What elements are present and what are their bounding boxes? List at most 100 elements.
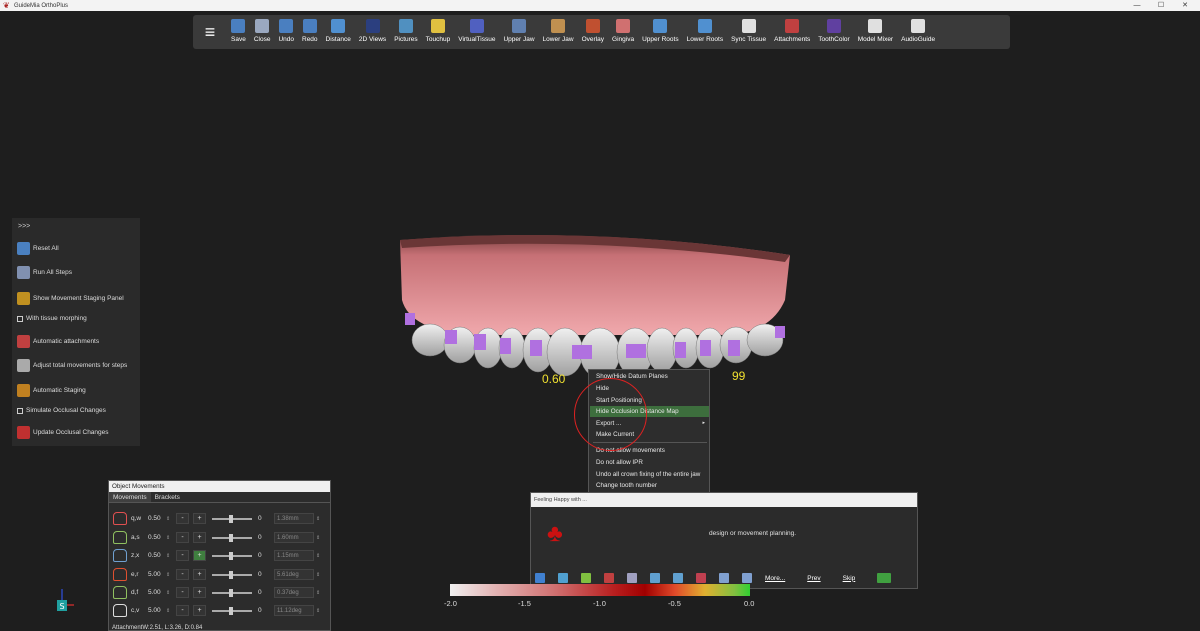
audio-guide-icon <box>911 19 926 33</box>
dental-model-viewport[interactable] <box>390 230 800 385</box>
step-spinner-icon[interactable]: ⇕ <box>166 572 172 578</box>
movement-slider[interactable] <box>212 551 252 560</box>
context-menu-item[interactable]: Undo all crown fixing of the entire jaw <box>590 469 709 480</box>
step-size-field[interactable]: 0.50 <box>148 534 166 541</box>
slider-handle[interactable] <box>229 551 233 560</box>
measurement-spinner-icon[interactable]: ⇕ <box>316 590 322 596</box>
toolbar-lower-roots-button[interactable]: Lower Roots <box>683 15 728 49</box>
expand-panel-button[interactable]: >>> <box>18 223 30 230</box>
toolbar-gingiva-button[interactable]: Gingiva <box>608 15 638 49</box>
increment-button[interactable]: + <box>193 532 206 543</box>
movement-slider[interactable] <box>212 514 252 523</box>
slider-handle[interactable] <box>229 588 233 597</box>
toolbar-audioguide-button[interactable]: AudioGuide <box>897 15 939 49</box>
step-size-field[interactable]: 0.50 <box>148 515 166 522</box>
context-menu-item[interactable]: Change tooth number <box>590 480 709 491</box>
maximize-button[interactable]: ☐ <box>1150 0 1172 11</box>
panel-update-occlusal-changes[interactable]: Update Occlusal Changes <box>17 426 109 439</box>
slider-handle[interactable] <box>229 533 233 542</box>
decrement-button[interactable]: - <box>176 513 189 524</box>
slider-handle[interactable] <box>229 514 233 523</box>
tab-movements[interactable]: Movements <box>109 492 151 502</box>
checkbox[interactable] <box>17 315 23 322</box>
toolbar-sync-tissue-button[interactable]: Sync Tissue <box>727 15 770 49</box>
tab-brackets[interactable]: Brackets <box>151 492 184 502</box>
minimize-button[interactable]: — <box>1126 0 1148 11</box>
toolbar-pictures-button[interactable]: Pictures <box>390 15 421 49</box>
hamburger-menu-button[interactable]: ≡ <box>193 15 227 49</box>
step-spinner-icon[interactable]: ⇕ <box>166 516 172 522</box>
panel-automatic-attachments[interactable]: Automatic attachments <box>17 335 99 348</box>
bank-icon[interactable] <box>719 573 729 583</box>
increment-button[interactable]: + <box>193 587 206 598</box>
decrement-button[interactable]: - <box>176 550 189 561</box>
panel-show-movement-staging-panel[interactable]: Show Movement Staging Panel <box>17 292 124 305</box>
tooth-icon[interactable] <box>627 573 637 583</box>
step-spinner-icon[interactable]: ⇕ <box>166 553 172 559</box>
toolbar-virtualtissue-button[interactable]: VirtualTissue <box>454 15 499 49</box>
toolbar-model-mixer-button[interactable]: Model Mixer <box>854 15 897 49</box>
panel-automatic-staging[interactable]: Automatic Staging <box>17 384 86 397</box>
decrement-button[interactable]: - <box>176 532 189 543</box>
context-menu-item[interactable]: Do not allow IPR <box>590 457 709 468</box>
checkbox[interactable] <box>17 407 23 414</box>
screen-icon[interactable] <box>673 573 683 583</box>
list-icon[interactable] <box>535 573 545 583</box>
movement-slider[interactable] <box>212 606 252 615</box>
measurement-spinner-icon[interactable]: ⇕ <box>316 572 322 578</box>
toolbar-undo-button[interactable]: Undo <box>274 15 298 49</box>
toolbar-2d-views-button[interactable]: 2D Views <box>355 15 390 49</box>
toolbar-upper-jaw-button[interactable]: Upper Jaw <box>499 15 538 49</box>
panel-with-tissue-morphing[interactable]: With tissue morphing <box>17 315 87 322</box>
toolbar-upper-roots-button[interactable]: Upper Roots <box>638 15 683 49</box>
toolbar-close-button[interactable]: Close <box>250 15 275 49</box>
measurement-spinner-icon[interactable]: ⇕ <box>316 516 322 522</box>
chart-icon[interactable] <box>742 573 752 583</box>
decrement-button[interactable]: - <box>176 587 189 598</box>
bracket-icon[interactable] <box>604 573 614 583</box>
tool-search-icon[interactable] <box>650 573 660 583</box>
step-size-field[interactable]: 5.00 <box>148 607 166 614</box>
toolbar-overlay-button[interactable]: Overlay <box>578 15 608 49</box>
panel-run-all-steps[interactable]: Run All Steps <box>17 266 72 279</box>
image-icon[interactable] <box>558 573 568 583</box>
toolbar-distance-button[interactable]: Distance <box>322 15 355 49</box>
slider-handle[interactable] <box>229 606 233 615</box>
toolbar-lower-jaw-button[interactable]: Lower Jaw <box>539 15 578 49</box>
step-spinner-icon[interactable]: ⇕ <box>166 535 172 541</box>
decrement-button[interactable]: - <box>176 605 189 616</box>
step-size-field[interactable]: 5.00 <box>148 571 166 578</box>
tools-icon[interactable] <box>581 573 591 583</box>
toolbar-save-button[interactable]: Save <box>227 15 250 49</box>
panel-reset-all[interactable]: Reset All <box>17 242 59 255</box>
increment-button[interactable]: + <box>193 605 206 616</box>
panel-adjust-total-movements-for-steps[interactable]: Adjust total movements for steps <box>17 359 127 372</box>
slider-handle[interactable] <box>229 570 233 579</box>
increment-button[interactable]: + <box>193 513 206 524</box>
decrement-button[interactable]: - <box>176 569 189 580</box>
tooth-red-icon[interactable] <box>696 573 706 583</box>
prev-link[interactable]: Prev <box>807 575 820 582</box>
step-size-field[interactable]: 5.00 <box>148 589 166 596</box>
measurement-spinner-icon[interactable]: ⇕ <box>316 608 322 614</box>
step-size-field[interactable]: 0.50 <box>148 552 166 559</box>
movement-slider[interactable] <box>212 588 252 597</box>
measurement-spinner-icon[interactable]: ⇕ <box>316 553 322 559</box>
increment-button[interactable]: + <box>193 550 206 561</box>
movement-slider[interactable] <box>212 570 252 579</box>
movement-slider[interactable] <box>212 533 252 542</box>
exit-icon[interactable] <box>877 573 892 583</box>
toolbar-toothcolor-button[interactable]: ToothColor <box>814 15 853 49</box>
increment-button[interactable]: + <box>193 569 206 580</box>
step-spinner-icon[interactable]: ⇕ <box>166 590 172 596</box>
panel-simulate-occlusal-changes[interactable]: Simulate Occlusal Changes <box>17 407 106 414</box>
window-close-button[interactable]: ✕ <box>1174 0 1196 11</box>
toolbar-touchup-button[interactable]: Touchup <box>422 15 455 49</box>
skip-link[interactable]: Skip <box>843 575 856 582</box>
more-link[interactable]: More... <box>765 575 785 582</box>
upper-jaw-model[interactable] <box>390 230 800 385</box>
toolbar-attachments-button[interactable]: Attachments <box>770 15 814 49</box>
step-spinner-icon[interactable]: ⇕ <box>166 608 172 614</box>
measurement-spinner-icon[interactable]: ⇕ <box>316 535 322 541</box>
toolbar-redo-button[interactable]: Redo <box>298 15 322 49</box>
